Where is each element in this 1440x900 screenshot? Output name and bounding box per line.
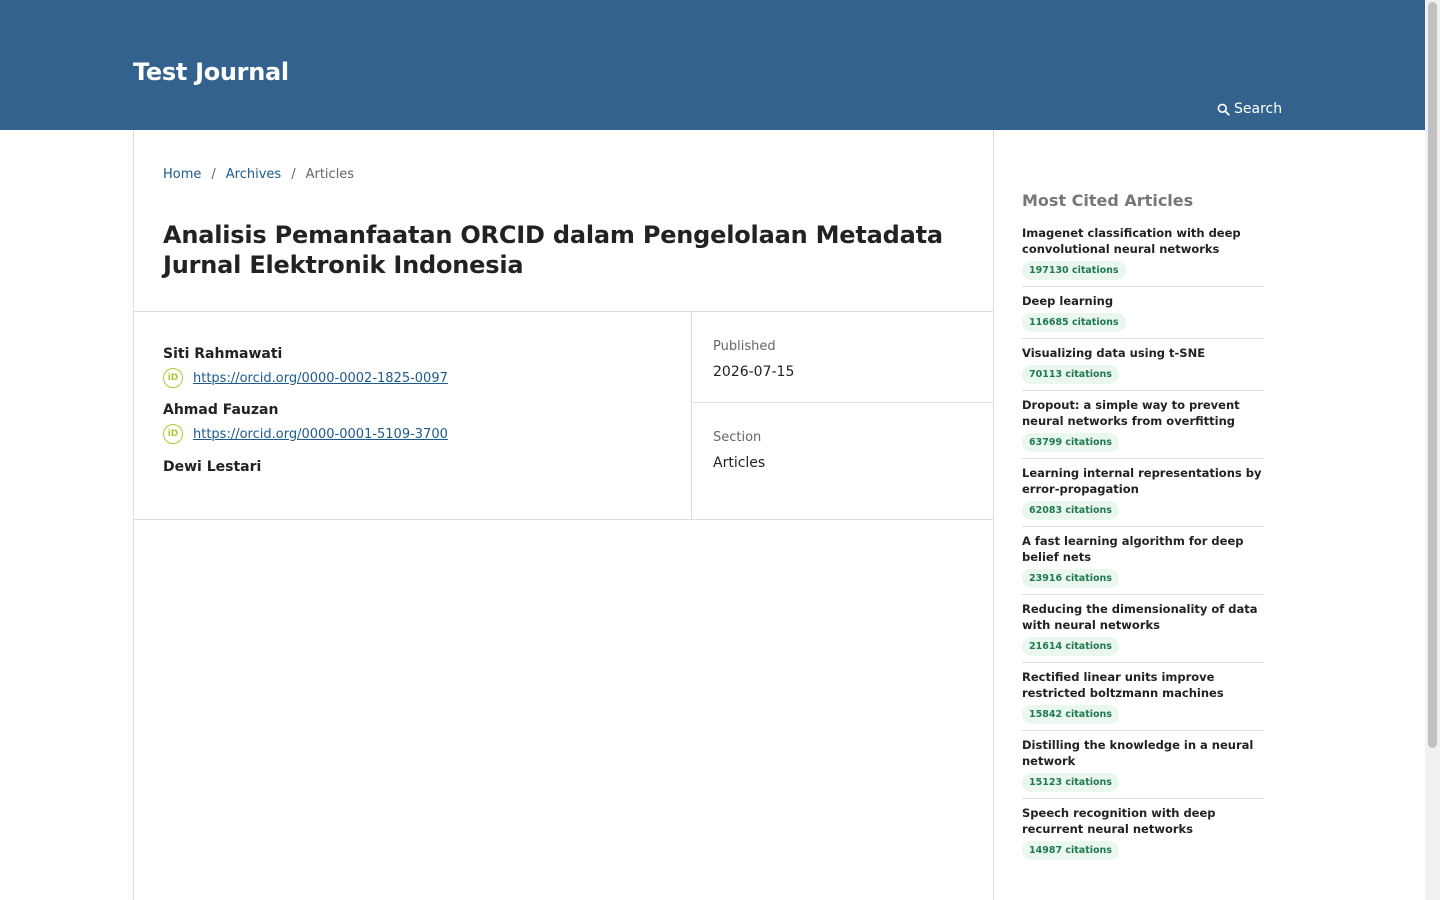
author-entry: Dewi Lestari xyxy=(163,459,261,475)
list-item: Dropout: a simple way to prevent neural … xyxy=(1022,397,1263,459)
published-block: Published 2026-07-15 xyxy=(693,312,993,403)
article-meta: Published 2026-07-15 Section Articles xyxy=(693,312,993,519)
cited-article-link[interactable]: Visualizing data using t-SNE xyxy=(1022,345,1263,361)
section-block: Section Articles xyxy=(693,403,993,519)
orcid-link[interactable]: https://orcid.org/0000-0002-1825-0097 xyxy=(193,371,448,386)
cited-article-link[interactable]: A fast learning algorithm for deep belie… xyxy=(1022,533,1263,565)
citation-badge: 21614 citations xyxy=(1022,637,1119,656)
main-content: Home / Archives / Articles Analisis Pema… xyxy=(133,130,994,900)
list-item: Deep learning 116685 citations xyxy=(1022,293,1263,339)
list-item: Learning internal representations by err… xyxy=(1022,465,1263,527)
citation-badge: 63799 citations xyxy=(1022,433,1119,452)
sidebar-title: Most Cited Articles xyxy=(1022,191,1194,210)
citation-badge: 116685 citations xyxy=(1022,313,1126,332)
breadcrumb-archives[interactable]: Archives xyxy=(226,167,281,182)
published-label: Published xyxy=(713,339,776,354)
author-name: Ahmad Fauzan xyxy=(163,402,279,418)
scrollbar-thumb[interactable] xyxy=(1428,2,1437,748)
orcid-line: iD https://orcid.org/0000-0001-5109-3700 xyxy=(163,424,448,444)
list-item: Speech recognition with deep recurrent n… xyxy=(1022,805,1263,866)
citation-badge: 70113 citations xyxy=(1022,365,1119,384)
page-scrollbar[interactable] xyxy=(1425,0,1440,900)
section-label: Section xyxy=(713,430,762,445)
orcid-icon: iD xyxy=(163,368,183,388)
cited-article-link[interactable]: Reducing the dimensionality of data with… xyxy=(1022,601,1263,633)
list-item: Distilling the knowledge in a neural net… xyxy=(1022,737,1263,799)
cited-article-link[interactable]: Dropout: a simple way to prevent neural … xyxy=(1022,397,1263,429)
most-cited-list: Imagenet classification with deep convol… xyxy=(1022,225,1263,872)
sidebar: Most Cited Articles Imagenet classificat… xyxy=(1022,130,1264,900)
published-date: 2026-07-15 xyxy=(713,364,795,380)
orcid-icon: iD xyxy=(163,424,183,444)
cited-article-link[interactable]: Speech recognition with deep recurrent n… xyxy=(1022,805,1263,837)
author-name: Dewi Lestari xyxy=(163,459,262,475)
cited-article-link[interactable]: Deep learning xyxy=(1022,293,1263,309)
citation-badge: 15123 citations xyxy=(1022,773,1119,792)
list-item: A fast learning algorithm for deep belie… xyxy=(1022,533,1263,595)
list-item: Visualizing data using t-SNE 70113 citat… xyxy=(1022,345,1263,391)
citation-badge: 14987 citations xyxy=(1022,841,1119,860)
cited-article-link[interactable]: Learning internal representations by err… xyxy=(1022,465,1263,497)
section-value: Articles xyxy=(713,455,766,471)
citation-badge: 15842 citations xyxy=(1022,705,1119,724)
orcid-link[interactable]: https://orcid.org/0000-0001-5109-3700 xyxy=(193,427,448,442)
search-link[interactable]: Search xyxy=(1217,101,1282,117)
breadcrumb: Home / Archives / Articles xyxy=(163,167,354,182)
breadcrumb-home[interactable]: Home xyxy=(163,167,201,182)
search-label: Search xyxy=(1234,101,1283,117)
orcid-line: iD https://orcid.org/0000-0002-1825-0097 xyxy=(163,368,448,388)
site-header: Test Journal Search xyxy=(0,0,1425,130)
author-entry: Siti Rahmawati iD https://orcid.org/0000… xyxy=(163,346,448,388)
article-details: Siti Rahmawati iD https://orcid.org/0000… xyxy=(134,311,993,520)
search-icon xyxy=(1217,103,1230,116)
list-item: Imagenet classification with deep convol… xyxy=(1022,225,1263,287)
author-name: Siti Rahmawati xyxy=(163,346,283,362)
author-entry: Ahmad Fauzan iD https://orcid.org/0000-0… xyxy=(163,402,448,444)
cited-article-link[interactable]: Imagenet classification with deep convol… xyxy=(1022,225,1263,257)
article-title: Analisis Pemanfaatan ORCID dalam Pengelo… xyxy=(163,221,943,279)
breadcrumb-separator: / xyxy=(211,167,216,182)
citation-badge: 197130 citations xyxy=(1022,261,1126,280)
list-item: Rectified linear units improve restricte… xyxy=(1022,669,1263,731)
authors-list: Siti Rahmawati iD https://orcid.org/0000… xyxy=(134,312,692,519)
list-item: Reducing the dimensionality of data with… xyxy=(1022,601,1263,663)
cited-article-link[interactable]: Distilling the knowledge in a neural net… xyxy=(1022,737,1263,769)
citation-badge: 23916 citations xyxy=(1022,569,1119,588)
cited-article-link[interactable]: Rectified linear units improve restricte… xyxy=(1022,669,1263,701)
journal-title-link[interactable]: Test Journal xyxy=(133,58,289,86)
citation-badge: 62083 citations xyxy=(1022,501,1119,520)
breadcrumb-current: Articles xyxy=(305,167,355,182)
breadcrumb-separator: / xyxy=(291,167,296,182)
